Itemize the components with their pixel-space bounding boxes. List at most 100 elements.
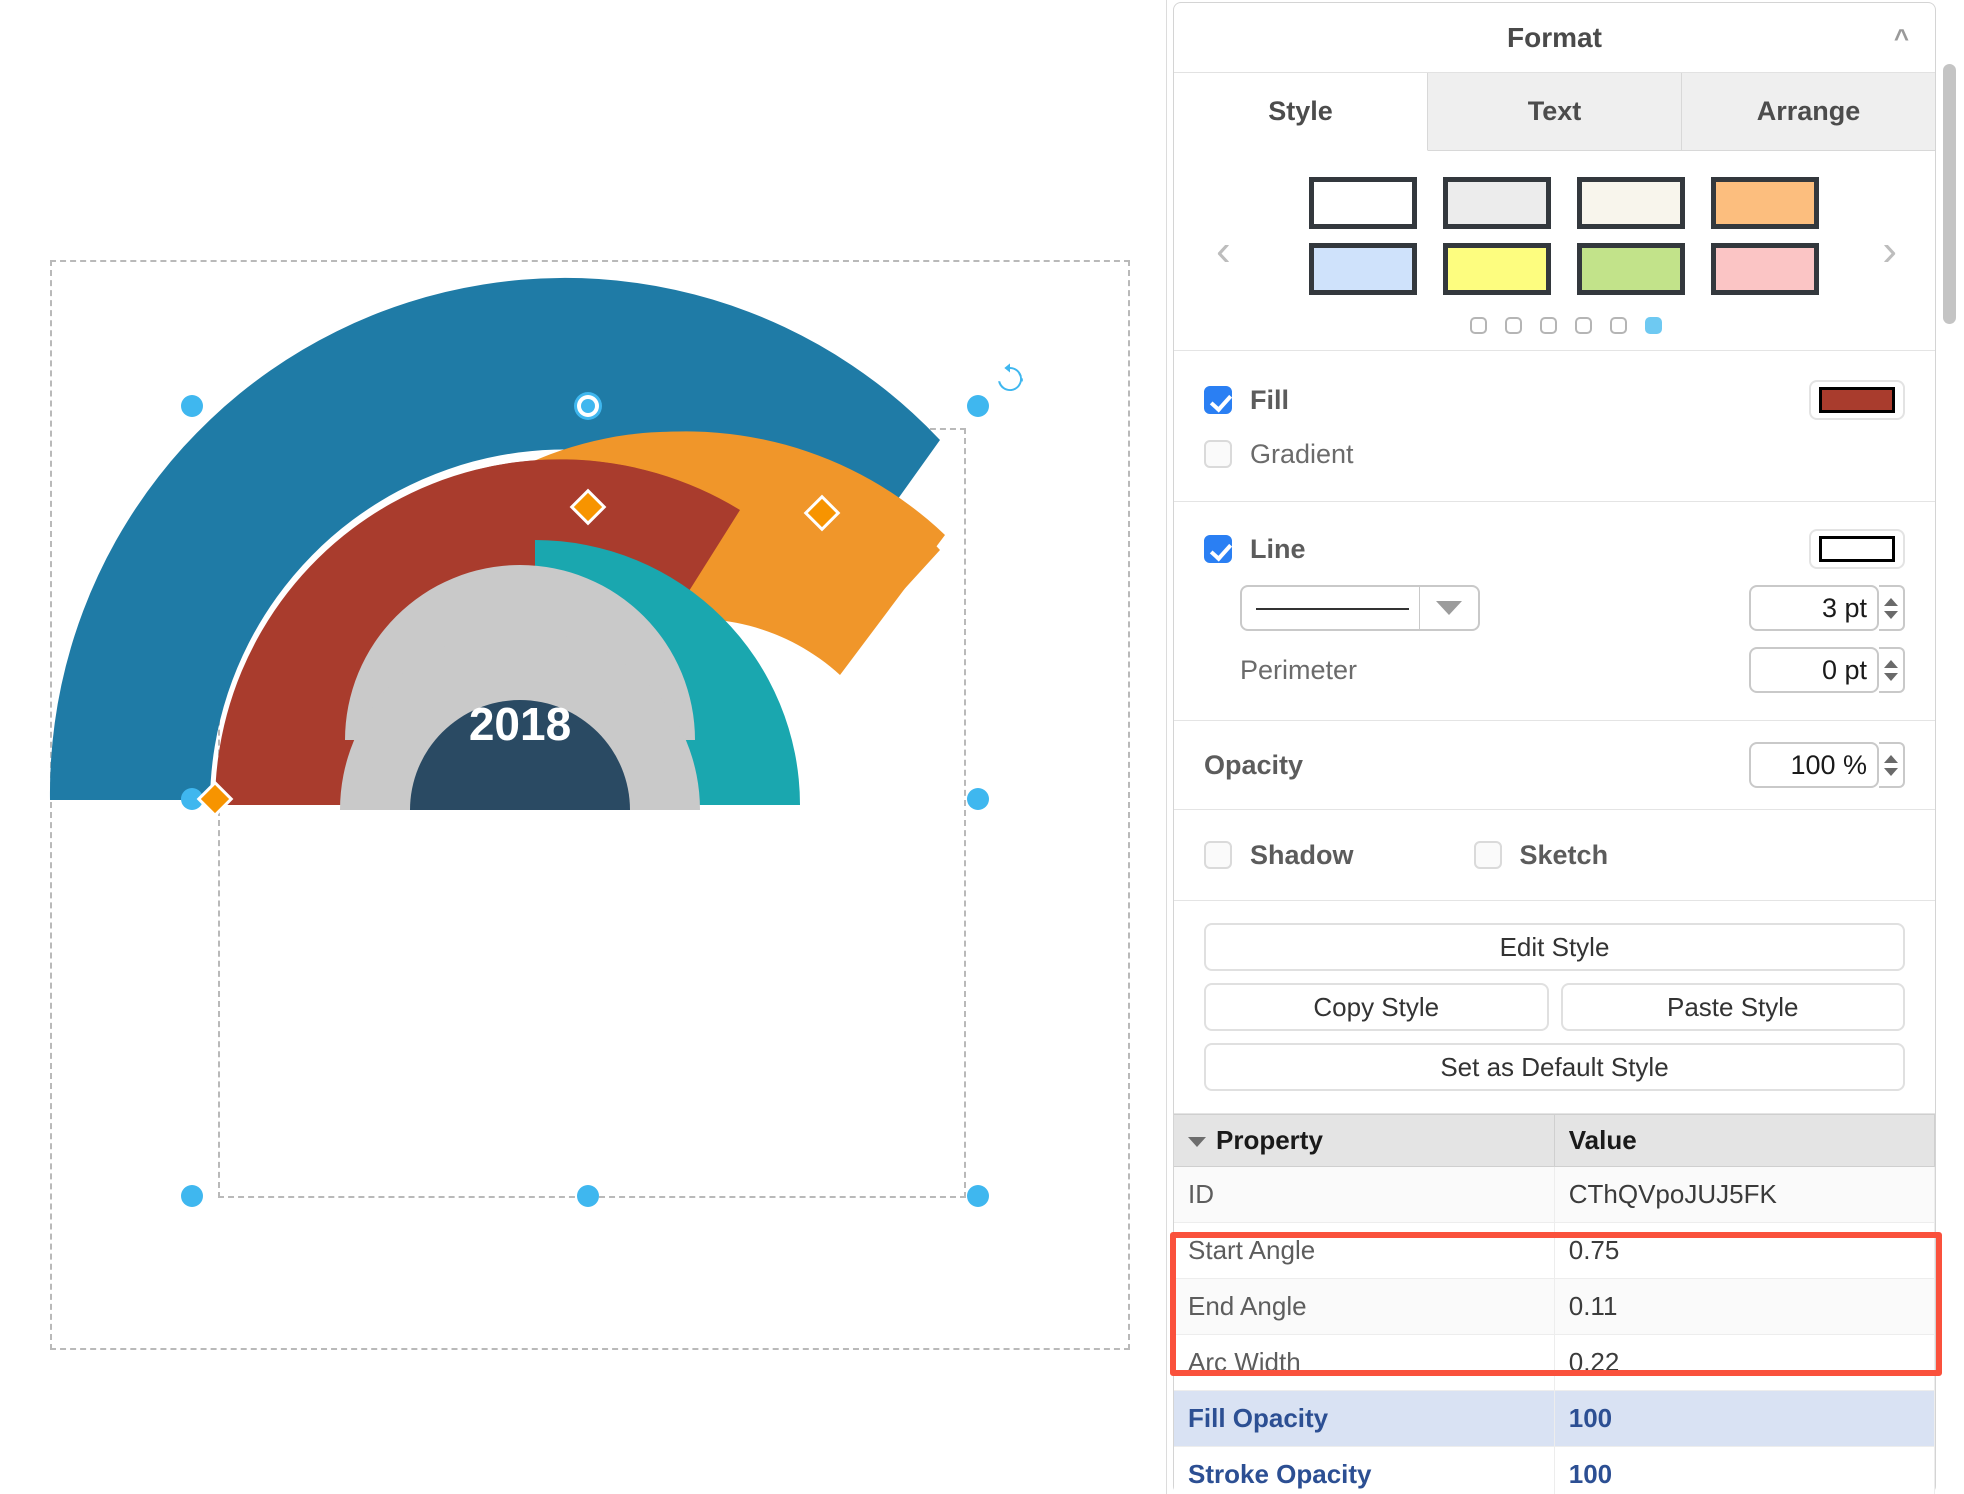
tab-text[interactable]: Text [1428, 73, 1682, 150]
style-page-dot-1[interactable] [1470, 317, 1487, 334]
edit-style-button[interactable]: Edit Style [1204, 923, 1905, 971]
fill-section: Fill Gradient [1174, 351, 1935, 502]
panel-tabs: Style Text Arrange [1174, 73, 1935, 151]
set-default-style-button[interactable]: Set as Default Style [1204, 1043, 1905, 1091]
line-style-row: 3 pt [1174, 576, 1935, 640]
tab-text-label: Text [1528, 96, 1582, 127]
opacity-input[interactable]: 100 % [1749, 742, 1879, 788]
line-checkbox[interactable] [1204, 535, 1232, 563]
perimeter-label: Perimeter [1240, 655, 1357, 686]
chevron-down-icon[interactable] [1420, 601, 1478, 615]
nested-arc-gauge[interactable]: 2018 [40, 250, 1080, 810]
style-page-dot-6[interactable] [1645, 317, 1662, 334]
style-page-dot-3[interactable] [1540, 317, 1557, 334]
property-value-cell[interactable]: 100 [1554, 1391, 1934, 1447]
style-page-dot-2[interactable] [1505, 317, 1522, 334]
fill-label: Fill [1250, 385, 1289, 416]
value-column-header[interactable]: Value [1554, 1115, 1934, 1167]
style-swatch-1[interactable] [1443, 177, 1551, 229]
drawing-canvas[interactable]: 2018 [0, 0, 1166, 1494]
selection-handle-right-mid[interactable] [967, 395, 989, 417]
property-value-cell[interactable]: CThQVpoJUJ5FK [1554, 1167, 1934, 1223]
panel-scrollbar-thumb[interactable] [1943, 64, 1956, 324]
fill-checkbox[interactable] [1204, 386, 1232, 414]
property-header-label: Property [1216, 1125, 1323, 1155]
line-width-input[interactable]: 3 pt [1749, 585, 1879, 631]
next-style-page-arrow[interactable]: › [1882, 229, 1897, 273]
style-swatch-3[interactable] [1711, 177, 1819, 229]
line-row: Line [1174, 522, 1935, 576]
property-value-cell[interactable]: 0.75 [1554, 1223, 1934, 1279]
line-style-dropdown[interactable] [1240, 585, 1480, 631]
rotate-icon[interactable] [993, 362, 1027, 396]
selection-handle-bottom-right[interactable] [967, 1185, 989, 1207]
line-width-stepper[interactable] [1879, 585, 1905, 631]
selection-handle-left-mid[interactable] [181, 395, 203, 417]
center-year-label: 2018 [469, 698, 571, 750]
line-label: Line [1250, 534, 1306, 565]
table-row[interactable]: Fill Opacity 100 [1174, 1391, 1935, 1447]
selection-handle-top-mid[interactable] [581, 399, 595, 413]
property-value-cell[interactable]: 0.22 [1554, 1335, 1934, 1391]
shadow-sketch-row: Shadow Sketch [1174, 830, 1935, 880]
selection-handle-right-bottom[interactable] [967, 788, 989, 810]
property-value-cell[interactable]: 0.11 [1554, 1279, 1934, 1335]
property-column-header[interactable]: Property [1174, 1115, 1554, 1167]
sketch-checkbox[interactable] [1474, 841, 1502, 869]
shadow-checkbox[interactable] [1204, 841, 1232, 869]
solid-line-icon [1242, 585, 1419, 631]
tab-arrange[interactable]: Arrange [1682, 73, 1935, 150]
line-section: Line 3 pt [1174, 502, 1935, 721]
gradient-checkbox[interactable] [1204, 440, 1232, 468]
panel-scrollbar[interactable] [1943, 64, 1956, 1494]
style-swatch-0[interactable] [1309, 177, 1417, 229]
sketch-label: Sketch [1520, 840, 1609, 871]
selection-handle-bottom-left[interactable] [181, 1185, 203, 1207]
panel-header: Format ^ [1174, 3, 1935, 73]
style-swatch-6[interactable] [1577, 243, 1685, 295]
table-row[interactable]: ID CThQVpoJUJ5FK [1174, 1167, 1935, 1223]
fill-row: Fill [1174, 373, 1935, 427]
prev-style-page-arrow[interactable]: ‹ [1216, 229, 1231, 273]
style-swatch-4[interactable] [1309, 243, 1417, 295]
style-swatch-5[interactable] [1443, 243, 1551, 295]
opacity-stepper[interactable] [1879, 742, 1905, 788]
table-row[interactable]: Start Angle 0.75 [1174, 1223, 1935, 1279]
property-table: Property Value ID CThQVpoJUJ5FK Start An… [1174, 1114, 1935, 1494]
property-value-cell[interactable]: 100 [1554, 1447, 1934, 1494]
copy-style-button[interactable]: Copy Style [1204, 983, 1549, 1031]
table-row[interactable]: End Angle 0.11 [1174, 1279, 1935, 1335]
panel-title-text: Format [1507, 22, 1602, 54]
style-page-dots [1196, 317, 1935, 334]
tab-style-label: Style [1268, 96, 1333, 127]
shadow-sketch-section: Shadow Sketch [1174, 810, 1935, 901]
property-name-cell: Arc Width [1174, 1335, 1554, 1391]
selection-handle-left-bottom[interactable] [181, 788, 203, 810]
style-page-dot-5[interactable] [1610, 317, 1627, 334]
opacity-row: Opacity 100 % [1174, 737, 1935, 793]
tab-style[interactable]: Style [1174, 73, 1428, 151]
style-swatch-2[interactable] [1577, 177, 1685, 229]
table-row[interactable]: Stroke Opacity 100 [1174, 1447, 1935, 1494]
style-swatch-section: ‹ › [1174, 151, 1935, 351]
style-page-dot-4[interactable] [1575, 317, 1592, 334]
fill-color-button[interactable] [1809, 380, 1905, 420]
tab-arrange-label: Arrange [1757, 96, 1861, 127]
perimeter-input[interactable]: 0 pt [1749, 647, 1879, 693]
opacity-section: Opacity 100 % [1174, 721, 1935, 810]
perimeter-stepper[interactable] [1879, 647, 1905, 693]
shadow-label: Shadow [1250, 840, 1354, 871]
fill-color-chip [1819, 387, 1895, 413]
chevron-up-icon[interactable]: ^ [1894, 25, 1909, 51]
style-swatch-7[interactable] [1711, 243, 1819, 295]
gradient-label: Gradient [1250, 439, 1354, 470]
property-table-section: Property Value ID CThQVpoJUJ5FK Start An… [1174, 1114, 1935, 1494]
line-color-button[interactable] [1809, 529, 1905, 569]
property-table-header-row: Property Value [1174, 1115, 1935, 1167]
table-row[interactable]: Arc Width 0.22 [1174, 1335, 1935, 1391]
paste-style-button[interactable]: Paste Style [1561, 983, 1906, 1031]
selection-handle-bottom-mid[interactable] [577, 1185, 599, 1207]
triangle-down-icon [1188, 1137, 1206, 1147]
opacity-label: Opacity [1204, 750, 1303, 781]
style-buttons-section: Edit Style Copy Style Paste Style Set as… [1174, 901, 1935, 1114]
